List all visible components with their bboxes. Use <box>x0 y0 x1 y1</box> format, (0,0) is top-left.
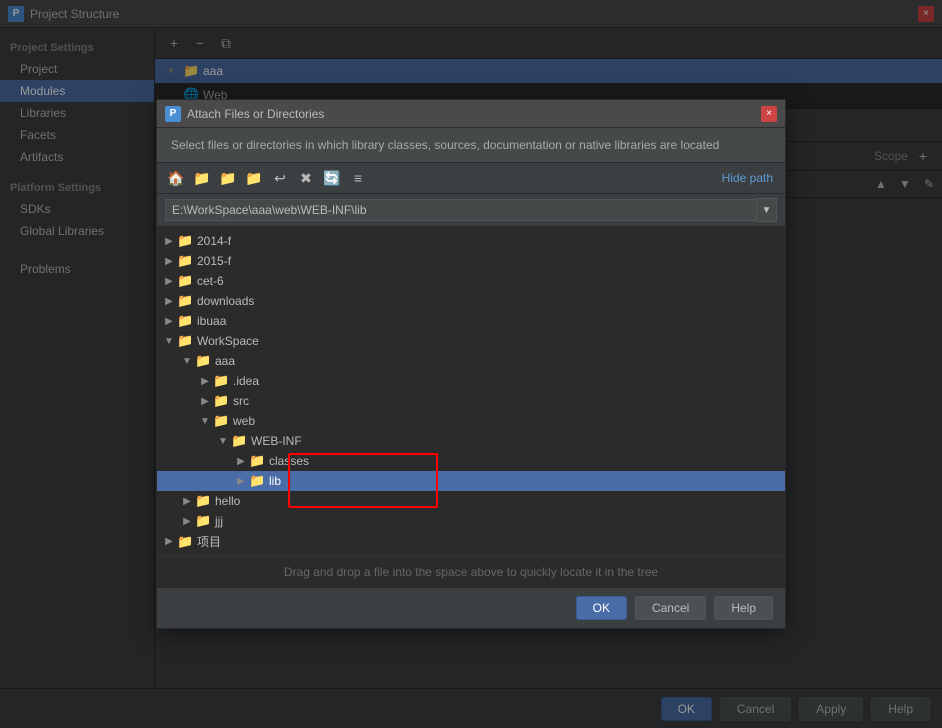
arrow-2014f <box>161 236 177 247</box>
tree-item-src[interactable]: 📁 src <box>157 391 785 411</box>
tree-item-lib[interactable]: 📁 lib <box>157 471 785 491</box>
tree-item-webinf[interactable]: 📁 WEB-INF <box>157 431 785 451</box>
label-web: web <box>233 414 255 428</box>
attach-files-dialog: P Attach Files or Directories × Select f… <box>156 99 786 629</box>
arrow-jjj <box>179 516 195 527</box>
path-input[interactable] <box>165 199 757 221</box>
label-workspace: WorkSpace <box>197 334 259 348</box>
delete-button[interactable]: ✖ <box>295 167 317 189</box>
arrow-web <box>197 416 213 427</box>
label-2015f: 2015-f <box>197 254 231 268</box>
tree-item-jjj[interactable]: 📁 jjj <box>157 511 785 531</box>
label-2014f: 2014-f <box>197 234 231 248</box>
label-downloads: downloads <box>197 294 254 308</box>
arrow-idea <box>197 376 213 387</box>
modal-close-button[interactable]: × <box>761 106 777 122</box>
folder-icon-xiangmu: 📁 <box>177 534 193 550</box>
modal-app-icon: P <box>165 106 181 122</box>
folder-button-3[interactable]: 📁 <box>243 167 265 189</box>
folder-icon-cet6: 📁 <box>177 273 193 289</box>
arrow-hello <box>179 496 195 507</box>
arrow-xiangmu <box>161 536 177 547</box>
tree-item-2015f[interactable]: 📁 2015-f <box>157 251 785 271</box>
modal-description: Select files or directories in which lib… <box>157 128 785 163</box>
arrow-workspace <box>161 336 177 347</box>
label-idea: .idea <box>233 374 259 388</box>
tree-item-idea[interactable]: 📁 .idea <box>157 371 785 391</box>
modal-ok-button[interactable]: OK <box>576 596 627 620</box>
folder-icon-src: 📁 <box>213 393 229 409</box>
label-aaa: aaa <box>215 354 235 368</box>
folder-icon-downloads: 📁 <box>177 293 193 309</box>
folder-icon-webinf: 📁 <box>231 433 247 449</box>
arrow-2015f <box>161 256 177 267</box>
folder-icon-hello: 📁 <box>195 493 211 509</box>
tree-item-hello[interactable]: 📁 hello <box>157 491 785 511</box>
refresh-button[interactable]: 🔄 <box>321 167 343 189</box>
modal-help-button[interactable]: Help <box>714 596 773 620</box>
label-jjj: jjj <box>215 514 223 528</box>
modal-toolbar-buttons: 🏠 📁 📁 📁 ↩ ✖ 🔄 ≡ <box>165 167 369 189</box>
label-lib: lib <box>269 474 281 488</box>
hide-path-button[interactable]: Hide path <box>718 169 777 187</box>
arrow-aaa <box>179 356 195 367</box>
home-button[interactable]: 🏠 <box>165 167 187 189</box>
folder-icon-web: 📁 <box>213 413 229 429</box>
label-ibuaa: ibuaa <box>197 314 226 328</box>
folder-icon-jjj: 📁 <box>195 513 211 529</box>
label-cet6: cet-6 <box>197 274 224 288</box>
arrow-classes <box>233 456 249 467</box>
refresh-arrow-button[interactable]: ↩ <box>269 167 291 189</box>
label-classes: classes <box>269 454 309 468</box>
arrow-webinf <box>215 436 231 447</box>
label-webinf: WEB-INF <box>251 434 302 448</box>
modal-button-row: OK Cancel Help <box>157 587 785 628</box>
folder-icon-lib: 📁 <box>249 473 265 489</box>
tree-item-ibuaa[interactable]: 📁 ibuaa <box>157 311 785 331</box>
folder-icon-2014f: 📁 <box>177 233 193 249</box>
file-tree[interactable]: 📁 2014-f 📁 2015-f 📁 cet-6 📁 downloads <box>157 227 785 556</box>
modal-cancel-button[interactable]: Cancel <box>635 596 706 620</box>
modal-toolbar: 🏠 📁 📁 📁 ↩ ✖ 🔄 ≡ Hide path <box>157 163 785 194</box>
modal-title: Attach Files or Directories <box>187 107 761 121</box>
arrow-ibuaa <box>161 316 177 327</box>
arrow-src <box>197 396 213 407</box>
folder-icon-2015f: 📁 <box>177 253 193 269</box>
arrow-lib <box>233 476 249 487</box>
modal-title-bar: P Attach Files or Directories × <box>157 100 785 128</box>
modal-overlay: P Attach Files or Directories × Select f… <box>0 0 942 728</box>
arrow-cet6 <box>161 276 177 287</box>
path-dropdown-button[interactable]: ▼ <box>757 198 777 222</box>
folder-icon-classes: 📁 <box>249 453 265 469</box>
tree-item-cet6[interactable]: 📁 cet-6 <box>157 271 785 291</box>
folder-icon-ibuaa: 📁 <box>177 313 193 329</box>
arrow-downloads <box>161 296 177 307</box>
label-hello: hello <box>215 494 240 508</box>
menu-button[interactable]: ≡ <box>347 167 369 189</box>
folder-icon-idea: 📁 <box>213 373 229 389</box>
drag-hint: Drag and drop a file into the space abov… <box>157 556 785 587</box>
new-folder-button[interactable]: 📁 <box>191 167 213 189</box>
tree-item-2014f[interactable]: 📁 2014-f <box>157 231 785 251</box>
tree-item-aaa[interactable]: 📁 aaa <box>157 351 785 371</box>
tree-item-workspace[interactable]: 📁 WorkSpace <box>157 331 785 351</box>
tree-item-web[interactable]: 📁 web <box>157 411 785 431</box>
label-xiangmu: 项目 <box>197 533 221 550</box>
folder-icon-workspace: 📁 <box>177 333 193 349</box>
folder-icon-aaa: 📁 <box>195 353 211 369</box>
path-row: ▼ <box>157 194 785 227</box>
label-src: src <box>233 394 249 408</box>
tree-item-classes[interactable]: 📁 classes <box>157 451 785 471</box>
tree-item-downloads[interactable]: 📁 downloads <box>157 291 785 311</box>
folder-button-2[interactable]: 📁 <box>217 167 239 189</box>
tree-item-xiangmu[interactable]: 📁 项目 <box>157 531 785 552</box>
